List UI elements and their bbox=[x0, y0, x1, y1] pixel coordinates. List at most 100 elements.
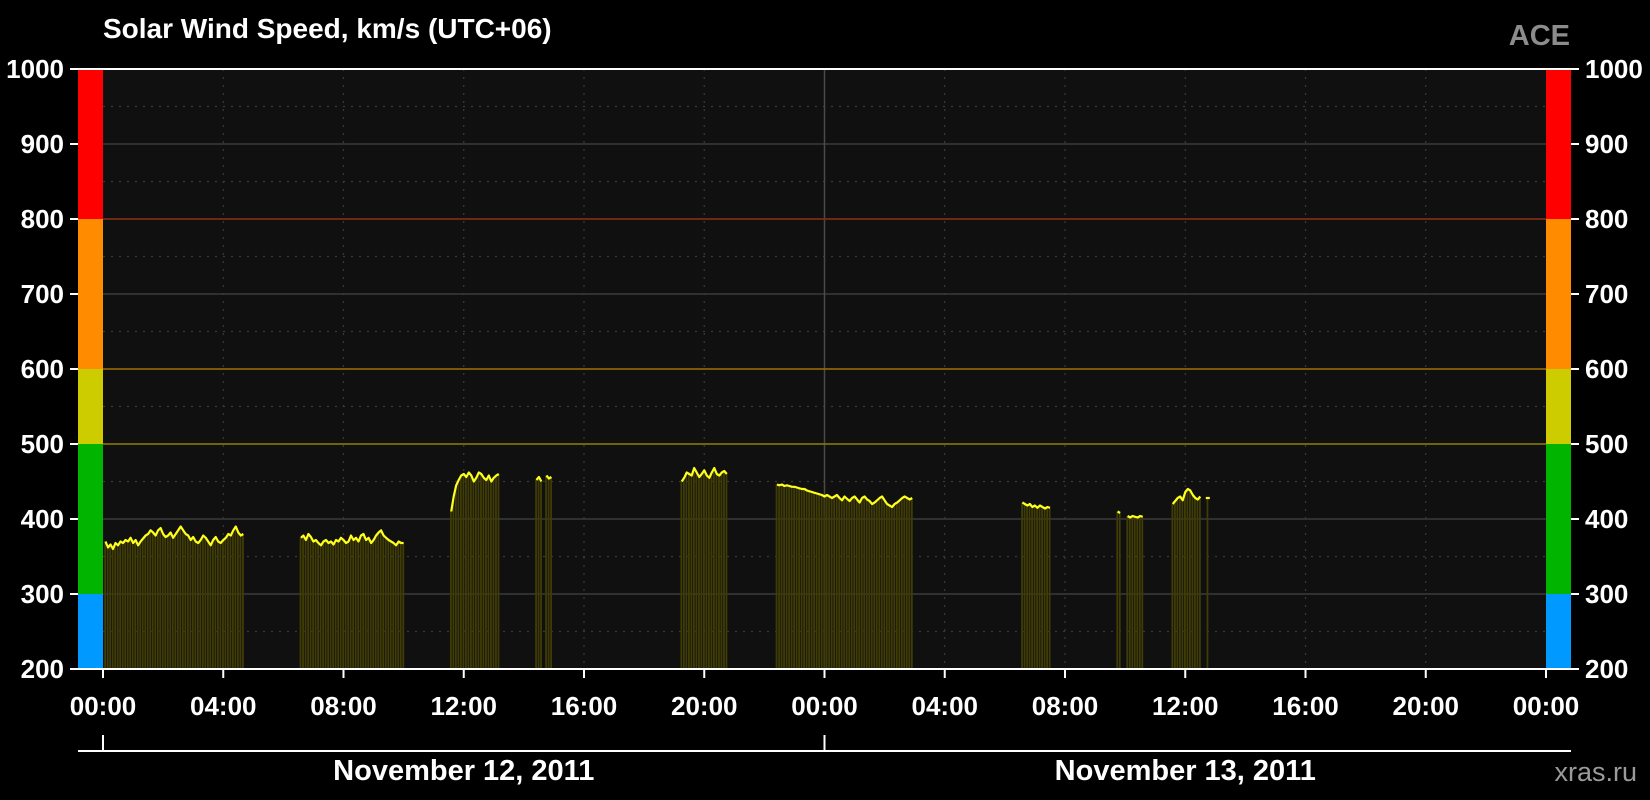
y-tick-label-right: 1000 bbox=[1585, 54, 1643, 84]
speed-bar bbox=[299, 537, 302, 669]
speed-bar bbox=[888, 505, 891, 669]
speed-bar bbox=[1171, 504, 1174, 669]
speed-bar bbox=[166, 535, 169, 669]
speed-bar bbox=[1033, 505, 1036, 669]
speed-bar bbox=[870, 504, 873, 669]
speed-bar bbox=[898, 500, 901, 669]
speed-bar bbox=[354, 537, 357, 669]
speed-bar bbox=[121, 543, 124, 669]
y-tick-label-left: 500 bbox=[21, 429, 64, 459]
speed-bar bbox=[399, 543, 402, 669]
speed-bar bbox=[803, 489, 806, 669]
speed-bar bbox=[199, 540, 202, 669]
speed-bar bbox=[713, 468, 715, 669]
speed-bar bbox=[1048, 507, 1051, 669]
speed-bar bbox=[159, 528, 162, 669]
speed-bar bbox=[830, 498, 833, 669]
speed-bar bbox=[793, 486, 795, 669]
speed-bar bbox=[1028, 504, 1031, 669]
speed-bar bbox=[778, 485, 780, 669]
speed-bar bbox=[302, 535, 304, 669]
speed-bar bbox=[179, 526, 182, 669]
speed-bar bbox=[690, 475, 693, 669]
speed-bar bbox=[134, 540, 137, 669]
speed-bar bbox=[540, 481, 542, 669]
speed-bar bbox=[307, 534, 309, 669]
speed-bar bbox=[1031, 507, 1033, 669]
solar-wind-chart: Solar Wind Speed, km/s (UTC+06) ACE 200 3… bbox=[0, 0, 1650, 800]
speed-bar bbox=[136, 545, 139, 669]
speed-bar bbox=[144, 535, 147, 669]
speed-bar bbox=[828, 496, 831, 669]
speed-bar bbox=[848, 501, 851, 669]
speed-bar bbox=[785, 485, 788, 669]
speed-bar bbox=[1128, 517, 1131, 669]
speed-bar bbox=[868, 501, 871, 669]
speed-bar bbox=[191, 537, 194, 669]
speed-bar bbox=[154, 535, 157, 669]
speed-bar bbox=[1126, 516, 1129, 669]
y-tick-label-right: 500 bbox=[1585, 429, 1628, 459]
speed-bar bbox=[685, 472, 688, 669]
speed-bar bbox=[890, 507, 893, 669]
speed-bar bbox=[810, 492, 813, 669]
speed-bar bbox=[465, 477, 467, 669]
speed-bar bbox=[169, 532, 172, 669]
speed-bar bbox=[377, 532, 380, 669]
speed-bar bbox=[838, 498, 841, 669]
speed-bar bbox=[710, 472, 713, 669]
speed-bar bbox=[349, 535, 352, 669]
speed-bar bbox=[840, 500, 843, 669]
speed-bar bbox=[309, 537, 312, 669]
speed-bar bbox=[845, 498, 848, 669]
scale-band-right bbox=[1546, 444, 1571, 594]
speed-bar bbox=[695, 472, 698, 669]
speed-bar bbox=[843, 496, 846, 669]
speed-bar bbox=[490, 481, 492, 669]
speed-bar bbox=[151, 532, 154, 669]
speed-bar bbox=[229, 535, 232, 669]
speed-bar bbox=[535, 480, 537, 669]
speed-bar bbox=[129, 537, 132, 669]
speed-bar bbox=[682, 477, 685, 669]
speed-bar bbox=[825, 495, 828, 669]
speed-bar bbox=[702, 470, 705, 669]
speed-bar bbox=[337, 541, 340, 669]
speed-bar bbox=[1118, 513, 1121, 669]
x-tick-label: 00:00 bbox=[1513, 691, 1580, 721]
speed-bar bbox=[1133, 516, 1136, 669]
speed-bar bbox=[352, 540, 355, 669]
x-tick-label: 16:00 bbox=[1272, 691, 1339, 721]
x-tick-label: 00:00 bbox=[791, 691, 858, 721]
x-tick-label: 08:00 bbox=[310, 691, 377, 721]
speed-bar bbox=[905, 498, 908, 669]
speed-bar bbox=[910, 498, 913, 669]
speed-bar bbox=[372, 540, 375, 669]
speed-bar bbox=[497, 474, 500, 669]
speed-bar bbox=[805, 490, 808, 669]
speed-bar bbox=[357, 541, 360, 669]
date-axis: November 12, 2011 November 13, 2011 bbox=[78, 735, 1571, 787]
chart-title: Solar Wind Speed, km/s (UTC+06) bbox=[103, 13, 552, 44]
speed-bar bbox=[813, 492, 816, 669]
speed-bar bbox=[1036, 507, 1038, 669]
speed-bar bbox=[387, 540, 390, 669]
y-tick-label-left: 700 bbox=[21, 279, 64, 309]
speed-bar bbox=[472, 481, 475, 669]
speed-bar bbox=[482, 477, 485, 669]
speed-bar bbox=[1046, 507, 1049, 669]
speed-bar bbox=[808, 491, 811, 669]
speed-bar bbox=[1026, 505, 1028, 669]
speed-bar bbox=[1183, 492, 1186, 669]
speed-bar bbox=[855, 499, 858, 669]
y-tick-label-left: 200 bbox=[21, 654, 64, 684]
speed-bar bbox=[1136, 517, 1139, 669]
speed-bar bbox=[705, 475, 708, 669]
speed-bar bbox=[334, 540, 337, 669]
speed-bar bbox=[342, 540, 345, 669]
speed-bar bbox=[359, 535, 362, 669]
speed-bar bbox=[883, 500, 886, 669]
speed-bar bbox=[700, 474, 703, 669]
x-tick-label: 12:00 bbox=[1152, 691, 1219, 721]
speed-bar bbox=[1196, 499, 1199, 669]
